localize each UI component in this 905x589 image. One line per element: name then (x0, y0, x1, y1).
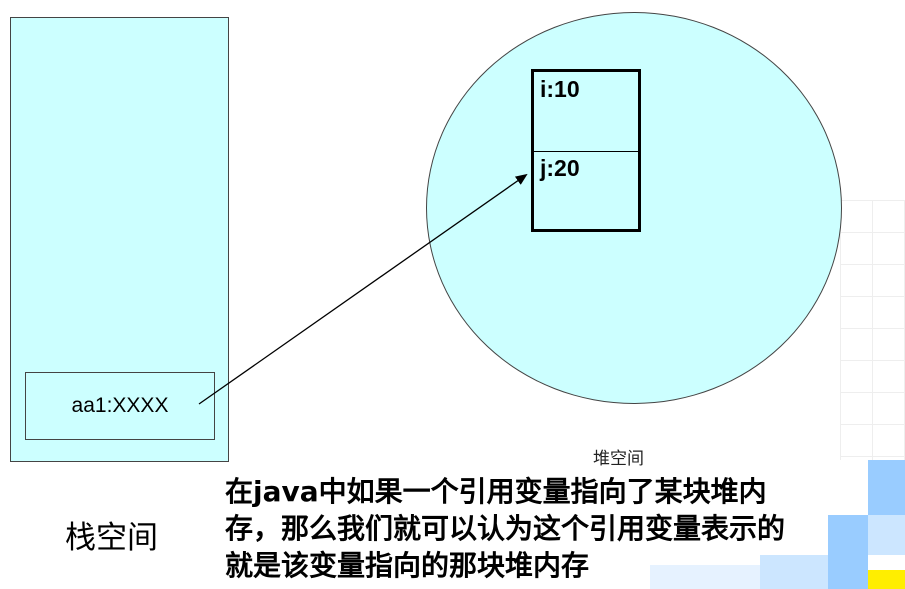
heap-space-label: 堆空间 (593, 449, 644, 469)
explanation-line: 就是该变量指向的那块堆内存 (225, 549, 590, 582)
explanation-line: 在java中如果一个引用变量指向了某块堆内 (225, 475, 767, 508)
explanation-text: 在java中如果一个引用变量指向了某块堆内 存，那么我们就可以认为这个引用变量表… (225, 473, 875, 584)
explanation-line: 存，那么我们就可以认为这个引用变量表示的 (225, 512, 786, 545)
stack-space-label: 栈空间 (65, 520, 158, 556)
